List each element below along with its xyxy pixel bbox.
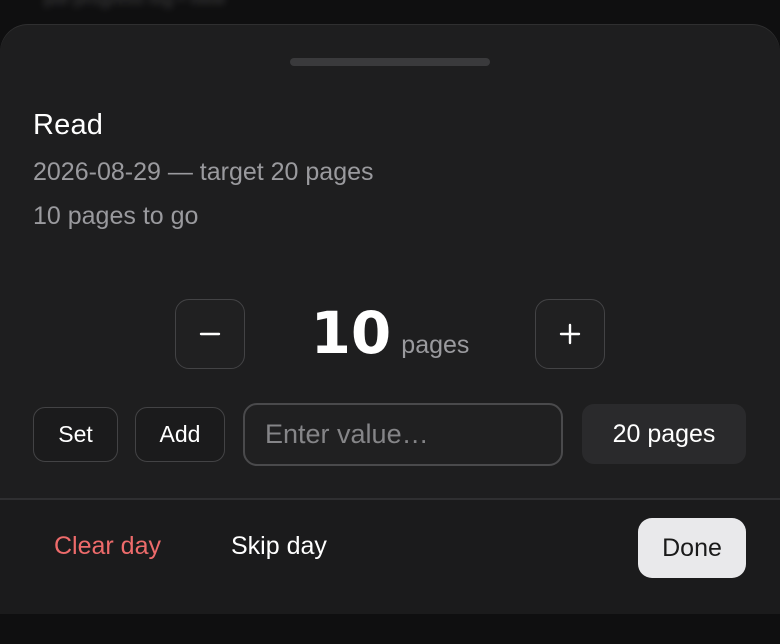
remaining-text: 10 pages to go: [33, 202, 199, 230]
value-unit: pages: [401, 331, 470, 359]
sheet-title: Read: [33, 109, 104, 141]
add-button[interactable]: Add: [135, 407, 225, 462]
set-button[interactable]: Set: [33, 407, 118, 462]
increment-button[interactable]: [535, 299, 605, 369]
bottom-sheet: Read 2026-08-29 — target 20 pages 10 pag…: [0, 24, 780, 614]
value-input[interactable]: [243, 403, 563, 466]
plus-icon: [559, 323, 581, 345]
blurred-background-text: pdf progress log • view: [44, 0, 354, 12]
date-target-subtitle: 2026-08-29 — target 20 pages: [33, 158, 374, 186]
done-button[interactable]: Done: [638, 518, 746, 578]
sheet-footer: Clear day Skip day Done: [0, 498, 780, 614]
clear-day-button[interactable]: Clear day: [54, 532, 161, 561]
sheet-drag-handle[interactable]: [290, 58, 490, 66]
current-value: 10: [310, 299, 392, 367]
minus-icon: [199, 332, 221, 336]
target-value-chip[interactable]: 20 pages: [582, 404, 746, 464]
skip-day-button[interactable]: Skip day: [231, 532, 327, 561]
decrement-button[interactable]: [175, 299, 245, 369]
stepper-display: 10 pages: [250, 296, 530, 376]
